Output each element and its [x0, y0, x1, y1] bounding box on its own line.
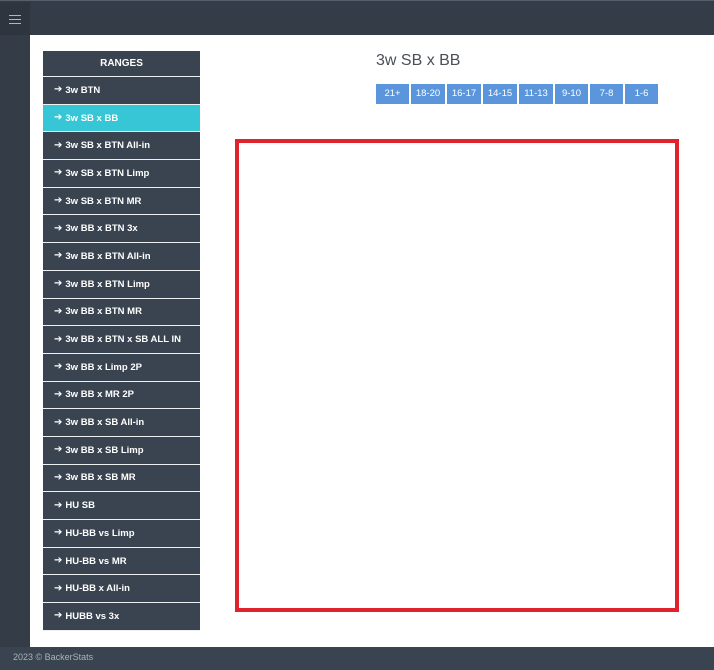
sidebar-item-label: 3w SB x BTN All-in	[65, 140, 151, 152]
sidebar-item-label: 3w BB x BTN 3x	[65, 223, 138, 235]
sidebar-item-label: HU SB	[65, 500, 95, 512]
sidebar-item-label: 3w BB x Limp 2P	[65, 361, 142, 373]
range-tab[interactable]: 21+	[376, 84, 409, 104]
sidebar-item[interactable]: ➔ 3w BB x SB Limp	[43, 437, 200, 465]
arrow-right-icon: ➔	[54, 139, 63, 151]
arrow-right-icon: ➔	[54, 416, 63, 428]
sidebar-item[interactable]: ➔ 3w SB x BB	[43, 104, 200, 133]
sidebar-item[interactable]: ➔ HU SB	[43, 492, 200, 520]
sidebar-item-label: 3w BB x SB MR	[65, 472, 136, 484]
sidebar-item-label: 3w SB x BTN MR	[65, 195, 142, 207]
sidebar-item[interactable]: ➔ 3w SB x BTN MR	[43, 188, 200, 216]
sidebar-item[interactable]: ➔ 3w BTN	[43, 77, 200, 105]
hamburger-icon	[9, 14, 21, 16]
arrow-right-icon: ➔	[54, 444, 63, 456]
sidebar-item[interactable]: ➔ 3w BB x BTN Limp	[43, 271, 200, 299]
arrow-right-icon: ➔	[54, 388, 63, 400]
sidebar-item[interactable]: ➔ 3w SB x BTN All-in	[43, 132, 200, 161]
arrow-right-icon: ➔	[54, 582, 63, 594]
arrow-right-icon: ➔	[54, 361, 63, 373]
sidebar-item-label: 3w BB x SB Limp	[65, 444, 144, 456]
arrow-right-icon: ➔	[54, 499, 63, 511]
range-tab[interactable]: 11-13	[519, 84, 553, 104]
sidebar-item[interactable]: ➔ HU-BB vs MR	[43, 548, 200, 576]
sidebar-item-label: 3w BTN	[65, 84, 101, 96]
sidebar-item-label: 3w SB x BB	[65, 112, 119, 124]
footer: 2023 © BackerStats	[0, 647, 714, 670]
arrow-right-icon: ➔	[54, 555, 63, 567]
sidebar-item-label: 3w BB x BTN All-in	[65, 250, 151, 262]
sidebar-item[interactable]: ➔ 3w BB x BTN 3x	[43, 215, 200, 244]
sidebar-item-label: HUBB vs 3x	[65, 610, 120, 622]
sidebar-item-label: HU-BB x All-in	[65, 583, 130, 595]
hamburger-menu-button[interactable]	[0, 2, 30, 36]
sidebar-item[interactable]: ➔ 3w BB x SB MR	[43, 465, 200, 493]
arrow-right-icon: ➔	[54, 527, 63, 539]
sidebar-item-label: 3w BB x BTN Limp	[65, 278, 150, 290]
range-tab[interactable]: 7-8	[590, 84, 623, 104]
sidebar-item-label: 3w BB x BTN MR	[65, 306, 142, 318]
range-tab[interactable]: 9-10	[555, 84, 588, 104]
range-tab[interactable]: 18-20	[411, 84, 445, 104]
top-bar	[0, 0, 714, 36]
sidebar-item[interactable]: ➔ 3w BB x BTN All-in	[43, 243, 200, 271]
range-tab[interactable]: 16-17	[447, 84, 481, 104]
sidebar-item[interactable]: ➔ HU-BB x All-in	[43, 575, 200, 604]
range-tabs: 21+ 18-20 16-17 14-15 11-13 9-10 7-8 1-6	[376, 84, 658, 104]
range-tab[interactable]: 1-6	[625, 84, 658, 104]
page-title: 3w SB x BB	[376, 52, 461, 69]
sidebar-item[interactable]: ➔ 3w BB x BTN MR	[43, 299, 200, 327]
sidebar-item[interactable]: ➔ HU-BB vs Limp	[43, 520, 200, 548]
sidebar-item-label: 3w BB x SB All-in	[65, 417, 145, 429]
sidebar-item[interactable]: ➔ 3w BB x SB All-in	[43, 409, 200, 437]
sidebar-item-label: 3w SB x BTN Limp	[65, 167, 150, 179]
left-rail	[0, 35, 30, 647]
sidebar-item[interactable]: ➔ 3w SB x BTN Limp	[43, 160, 200, 188]
sidebar-item[interactable]: ➔ 3w BB x MR 2P	[43, 382, 200, 410]
main-content: RANGES ➔ 3w BTN ➔ 3w SB x BB ➔ 3w SB x BTN Al…	[30, 35, 714, 647]
sidebar-item[interactable]: ➔ 3w BB x Limp 2P	[43, 354, 200, 382]
sidebar-header: RANGES	[43, 51, 200, 77]
sidebar-item-label: 3w BB x MR 2P	[65, 389, 135, 401]
sidebar-item[interactable]: ➔ 3w BB x BTN x SB ALL IN	[43, 326, 200, 354]
arrow-right-icon: ➔	[54, 112, 63, 124]
sidebar-item-label: 3w BB x BTN x SB ALL IN	[65, 334, 181, 346]
sidebar-item[interactable]: ➔ HUBB vs 3x	[43, 603, 200, 631]
sidebar-item-label: HU-BB vs Limp	[65, 527, 135, 539]
arrow-right-icon: ➔	[54, 250, 63, 262]
arrow-right-icon: ➔	[54, 222, 63, 234]
arrow-right-icon: ➔	[54, 610, 63, 622]
ranges-sidebar: RANGES ➔ 3w BTN ➔ 3w SB x BB ➔ 3w SB x BTN Al…	[43, 51, 200, 631]
arrow-right-icon: ➔	[54, 84, 63, 96]
arrow-right-icon: ➔	[54, 333, 63, 345]
arrow-right-icon: ➔	[54, 195, 63, 207]
arrow-right-icon: ➔	[54, 471, 63, 483]
arrow-right-icon: ➔	[54, 305, 63, 317]
arrow-right-icon: ➔	[54, 167, 63, 179]
range-grid-canvas	[235, 139, 679, 612]
copyright-text: 2023 © BackerStats	[13, 652, 94, 662]
range-tab[interactable]: 14-15	[483, 84, 517, 104]
arrow-right-icon: ➔	[54, 278, 63, 290]
sidebar-item-label: HU-BB vs MR	[65, 555, 127, 567]
